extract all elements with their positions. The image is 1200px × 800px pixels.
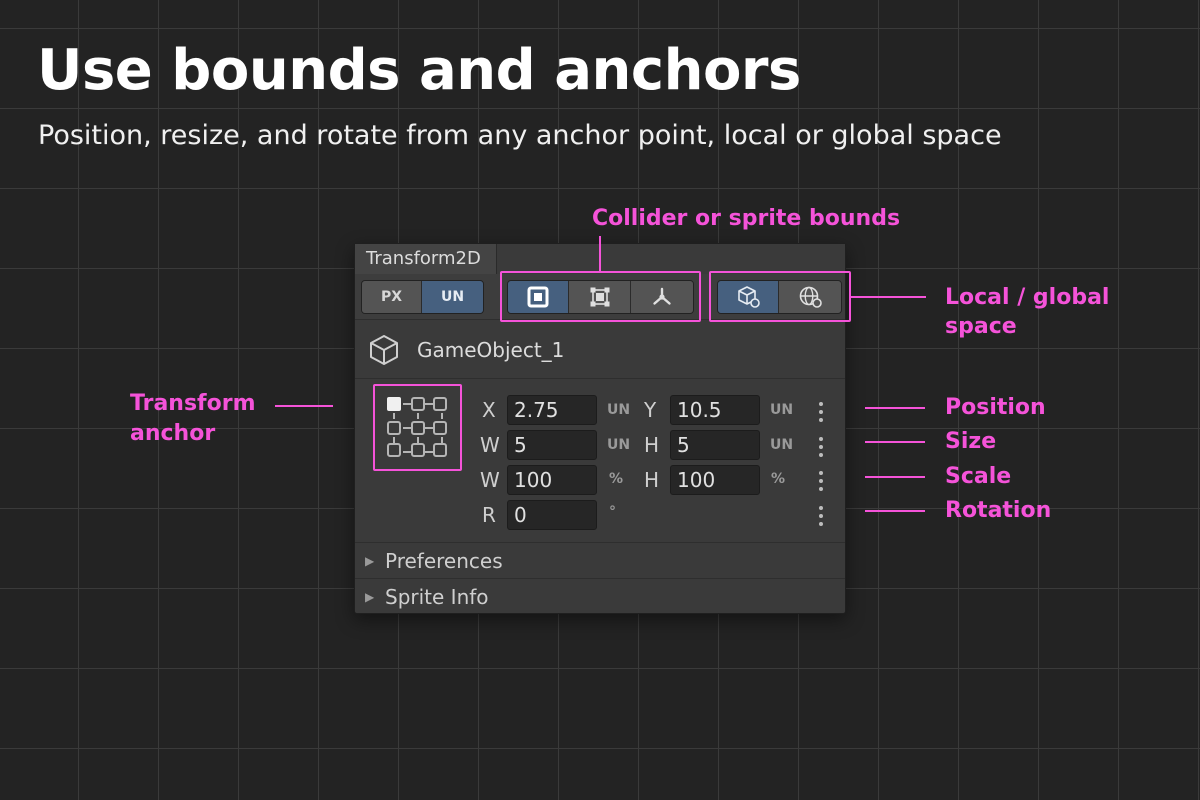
tab-bar (497, 244, 845, 274)
position-x-unit: UN (607, 402, 631, 418)
scale-w-field[interactable]: 100 (507, 465, 597, 495)
preferences-section[interactable]: ▶ Preferences (355, 543, 845, 579)
size-callout: Size (945, 429, 997, 454)
unit-px-button[interactable]: PX (362, 281, 423, 313)
position-y-field[interactable]: 10.5 (670, 395, 760, 425)
anchor-connector (275, 405, 333, 407)
sprite-info-label: Sprite Info (385, 585, 489, 609)
space-connector (851, 296, 926, 298)
scale-w-unit: % (609, 471, 624, 487)
bounds-callout: Collider or sprite bounds (592, 206, 901, 231)
space-highlight (709, 271, 851, 322)
rotation-connector (865, 510, 925, 512)
size-h-label: H (644, 433, 660, 457)
position-menu-icon[interactable] (819, 402, 823, 422)
position-x-label: X (482, 398, 496, 422)
anchor-callout-line1: Transform (130, 391, 256, 416)
bounds-highlight (500, 271, 701, 322)
position-y-unit: UN (770, 402, 794, 418)
unit-toggle: PX UN (361, 280, 484, 314)
size-h-unit: UN (770, 437, 794, 453)
scale-h-label: H (644, 468, 660, 492)
preferences-label: Preferences (385, 549, 503, 573)
position-callout: Position (945, 395, 1046, 420)
size-w-field[interactable]: 5 (507, 430, 597, 460)
rotation-r-field[interactable]: 0 (507, 500, 597, 530)
rotation-r-unit: ° (609, 504, 616, 520)
rotation-menu-icon[interactable] (819, 506, 823, 526)
rotation-callout: Rotation (945, 498, 1052, 523)
scale-h-field[interactable]: 100 (670, 465, 760, 495)
tab-transform2d[interactable]: Transform2D (355, 244, 497, 274)
scale-callout: Scale (945, 464, 1012, 489)
sprite-info-section[interactable]: ▶ Sprite Info (355, 579, 845, 615)
bounds-connector (599, 236, 601, 271)
position-connector (865, 407, 925, 409)
scale-menu-icon[interactable] (819, 471, 823, 491)
size-connector (865, 441, 925, 443)
anchor-callout-line2: anchor (130, 421, 216, 446)
subtitle: Position, resize, and rotate from any an… (38, 120, 1002, 151)
size-w-label: W (480, 433, 500, 457)
object-row: GameObject_1 (355, 321, 845, 379)
position-x-field[interactable]: 2.75 (507, 395, 597, 425)
object-name: GameObject_1 (417, 338, 565, 362)
anchor-highlight (373, 384, 462, 471)
cube-icon (370, 335, 398, 365)
scale-w-label: W (480, 468, 500, 492)
size-w-unit: UN (607, 437, 631, 453)
space-callout-line1: Local / global (945, 285, 1110, 310)
headline: Use bounds and anchors (37, 38, 801, 103)
scale-h-unit: % (771, 471, 786, 487)
unit-un-button[interactable]: UN (422, 281, 483, 313)
expand-arrow-icon: ▶ (365, 590, 375, 604)
size-menu-icon[interactable] (819, 437, 823, 457)
expand-arrow-icon: ▶ (365, 554, 375, 568)
space-callout-line2: space (945, 314, 1017, 339)
position-y-label: Y (644, 398, 657, 422)
size-h-field[interactable]: 5 (670, 430, 760, 460)
rotation-r-label: R (482, 503, 496, 527)
scale-connector (865, 476, 925, 478)
